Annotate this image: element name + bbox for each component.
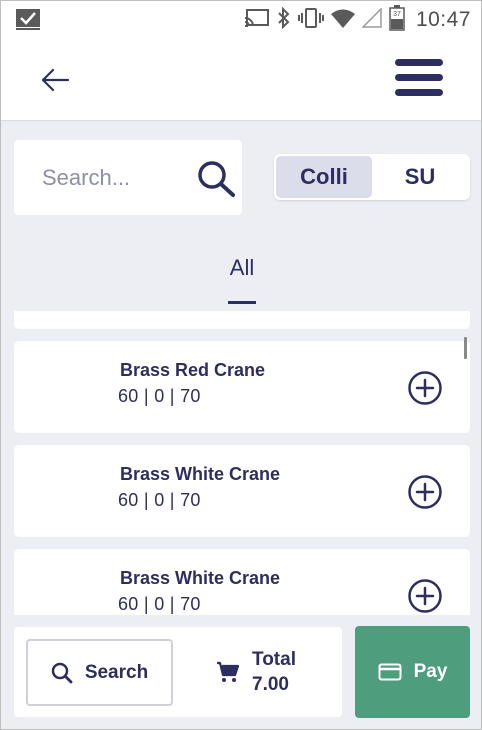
arrow-left-icon: [41, 68, 70, 92]
cart-icon: [217, 661, 240, 682]
add-circle-icon[interactable]: [408, 475, 442, 509]
list-item-partial: [14, 311, 470, 329]
signal-icon: [361, 6, 382, 33]
battery-icon: 37: [389, 4, 405, 36]
search-input[interactable]: [42, 160, 172, 196]
item-name: Brass White Crane: [120, 464, 281, 484]
pay-button-label: Pay: [413, 661, 448, 682]
credit-card-icon: [378, 663, 402, 681]
app-screen: 37 10:47 Colli SU All Brass Red Crane: [0, 0, 482, 730]
vibrate-icon: [297, 7, 324, 34]
pay-button[interactable]: Pay: [355, 626, 470, 718]
status-bar: 37 10:47: [1, 1, 481, 39]
add-circle-icon[interactable]: [408, 371, 442, 405]
list-scrollbar[interactable]: [464, 337, 467, 359]
tab-active-indicator: [228, 301, 256, 304]
list-item[interactable]: Brass White Crane 60 | 0 | 70: [14, 445, 470, 537]
search-icon: [51, 662, 73, 683]
item-quantities: 60 | 0 | 70: [118, 386, 201, 406]
search-icon[interactable]: [197, 160, 237, 203]
product-list[interactable]: Brass Red Crane 60 | 0 | 70 Brass White …: [1, 311, 481, 615]
item-name: Brass White Crane: [120, 568, 281, 588]
app-header: [1, 39, 481, 121]
search-button-label: Search: [84, 661, 149, 683]
add-circle-icon[interactable]: [408, 579, 442, 613]
total-value: 7.00: [252, 674, 289, 695]
list-item[interactable]: Brass Red Crane 60 | 0 | 70: [14, 341, 470, 433]
bottom-bar: Search Total 7.00: [14, 627, 342, 717]
item-quantities: 60 | 0 | 70: [118, 594, 201, 614]
item-quantities: 60 | 0 | 70: [118, 490, 201, 510]
tab-all-label: All: [229, 255, 255, 280]
clock-time: 10:47: [415, 8, 471, 31]
svg-text:37: 37: [393, 11, 401, 18]
tab-all[interactable]: All: [211, 255, 273, 305]
cart-total: Total 7.00: [216, 647, 296, 697]
total-label: Total: [252, 649, 296, 670]
item-name: Brass Red Crane: [120, 360, 266, 380]
cast-icon: [244, 8, 270, 33]
hamburger-menu-button[interactable]: [395, 59, 445, 99]
toggle-option-su[interactable]: SU: [372, 156, 468, 198]
search-button[interactable]: Search: [26, 639, 173, 706]
search-box: [14, 140, 242, 215]
bluetooth-icon: [277, 6, 291, 34]
wifi-icon: [330, 8, 355, 33]
back-button[interactable]: [35, 63, 75, 97]
list-item[interactable]: Brass White Crane 60 | 0 | 70: [14, 549, 470, 615]
toggle-option-colli[interactable]: Colli: [276, 156, 372, 198]
unit-toggle: Colli SU: [274, 154, 470, 200]
notification-checkbox-icon: [15, 8, 41, 35]
